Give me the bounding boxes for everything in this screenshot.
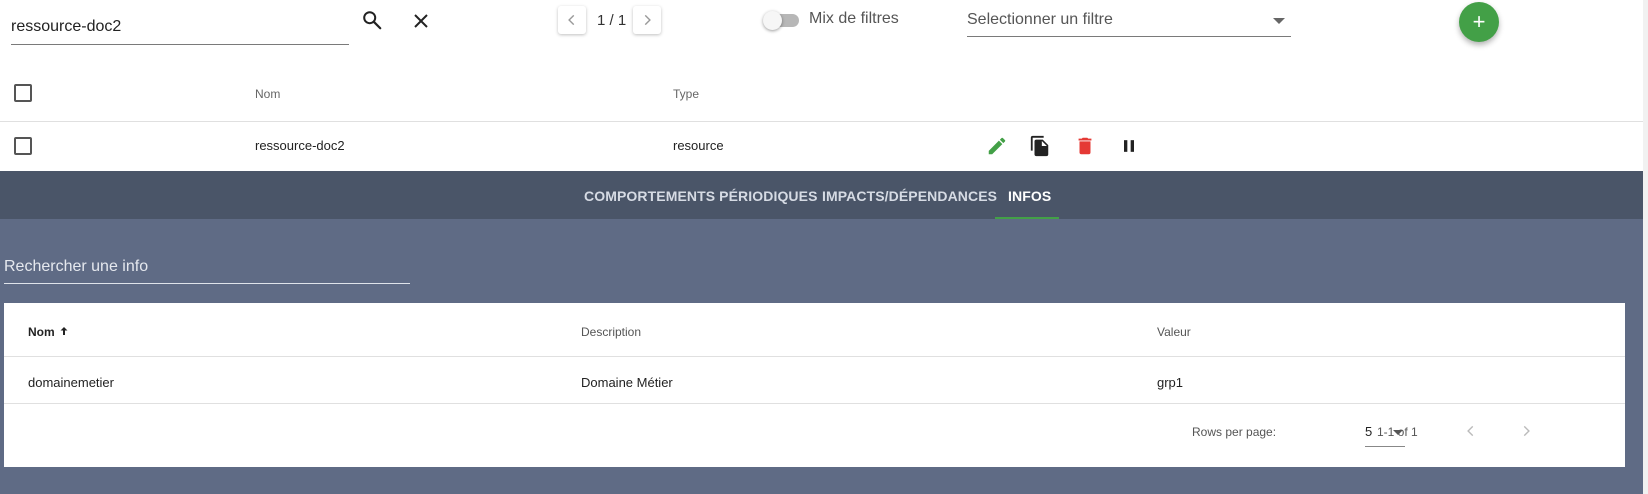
details-tabs: COMPORTEMENTS PÉRIODIQUES IMPACTS/DÉPEND… xyxy=(0,171,1643,219)
info-row-description: Domaine Métier xyxy=(581,375,673,390)
pause-icon[interactable] xyxy=(1117,134,1141,158)
rows-per-page-label: Rows per page: xyxy=(1192,425,1277,439)
filter-select[interactable]: Selectionner un filtre xyxy=(967,6,1291,37)
expanded-details-panel: COMPORTEMENTS PÉRIODIQUES IMPACTS/DÉPEND… xyxy=(0,171,1643,494)
chevron-left-icon xyxy=(568,14,575,26)
close-icon[interactable] xyxy=(408,8,434,34)
page: ressource-doc2 1 / 1 Mix de filtres Sele… xyxy=(0,0,1648,494)
pagination-range: 1-1 of 1 xyxy=(1377,425,1418,439)
row-name: ressource-doc2 xyxy=(255,138,345,153)
search-icon[interactable] xyxy=(359,7,385,33)
page-indicator: 1 / 1 xyxy=(597,12,627,29)
info-search-placeholder: Rechercher une info xyxy=(4,258,149,275)
chevron-left-icon xyxy=(1467,425,1474,437)
info-search-input[interactable]: Rechercher une info xyxy=(4,249,410,284)
column-header-value[interactable]: Valeur xyxy=(1157,325,1191,339)
tab-infos[interactable]: INFOS xyxy=(1008,188,1051,204)
divider xyxy=(4,356,1625,357)
next-page-button[interactable] xyxy=(633,6,661,34)
arrow-up-icon xyxy=(60,327,68,335)
next-page-button[interactable] xyxy=(1516,421,1536,441)
select-all-checkbox[interactable] xyxy=(14,84,32,102)
divider xyxy=(4,403,1625,404)
column-header-info-name-label: Nom xyxy=(28,325,55,339)
row-type: resource xyxy=(673,138,724,153)
divider xyxy=(0,121,1643,122)
info-row-value: grp1 xyxy=(1157,375,1184,390)
chevron-right-icon xyxy=(1523,425,1530,437)
edit-icon[interactable] xyxy=(985,134,1009,158)
tab-periodic-behaviors[interactable]: COMPORTEMENTS PÉRIODIQUES xyxy=(584,188,818,204)
add-button[interactable]: + xyxy=(1459,2,1499,42)
rows-per-page-value: 5 xyxy=(1365,424,1373,439)
info-row-name: domainemetier xyxy=(28,375,114,390)
search-input-value: ressource-doc2 xyxy=(11,18,122,35)
column-header-description[interactable]: Description xyxy=(581,325,641,339)
previous-page-button[interactable] xyxy=(558,6,586,34)
info-table: Nom Description Valeur domainemetier Dom… xyxy=(4,303,1625,467)
scrollbar[interactable] xyxy=(1643,0,1648,494)
search-input[interactable]: ressource-doc2 xyxy=(11,8,349,45)
main-area: ressource-doc2 1 / 1 Mix de filtres Sele… xyxy=(0,0,1643,494)
previous-page-button[interactable] xyxy=(1461,421,1481,441)
mix-filters-toggle[interactable] xyxy=(763,11,799,30)
column-header-name[interactable]: Nom xyxy=(255,87,280,101)
duplicate-icon[interactable] xyxy=(1028,134,1052,158)
filter-select-placeholder: Selectionner un filtre xyxy=(967,11,1113,28)
plus-icon: + xyxy=(1472,9,1486,34)
chevron-right-icon xyxy=(644,14,651,26)
column-header-info-name[interactable]: Nom xyxy=(28,325,70,339)
toggle-thumb xyxy=(763,11,782,30)
row-checkbox[interactable] xyxy=(14,137,32,155)
mix-filters-label: Mix de filtres xyxy=(809,10,899,27)
delete-icon[interactable] xyxy=(1073,134,1097,158)
chevron-down-icon xyxy=(1273,18,1285,24)
active-tab-indicator xyxy=(995,217,1059,219)
tab-impacts-dependencies[interactable]: IMPACTS/DÉPENDANCES xyxy=(822,188,997,204)
column-header-type[interactable]: Type xyxy=(673,87,699,101)
